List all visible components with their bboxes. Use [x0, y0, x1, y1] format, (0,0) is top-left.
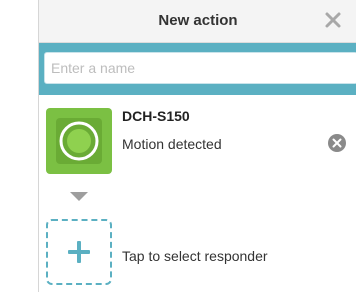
plus-icon: [67, 240, 91, 264]
trigger-device-name: DCH-S150: [122, 108, 190, 124]
trigger-device-status: Motion detected: [122, 136, 222, 152]
app-frame: New action DCH-S150 Motion detected: [0, 0, 356, 292]
remove-circle-icon[interactable]: [328, 134, 346, 152]
name-input-bar: [39, 43, 356, 95]
close-icon[interactable]: [323, 10, 343, 30]
page-title: New action: [158, 12, 238, 29]
arrow-down-icon: [70, 192, 88, 201]
header-bar: New action: [39, 0, 356, 43]
motion-sensor-icon: [56, 118, 102, 164]
trigger-device-tile[interactable]: [46, 108, 112, 174]
select-responder-button[interactable]: [46, 219, 112, 285]
new-action-panel: New action DCH-S150 Motion detected: [38, 0, 356, 292]
name-input[interactable]: [44, 52, 356, 84]
select-responder-label[interactable]: Tap to select responder: [122, 248, 268, 264]
